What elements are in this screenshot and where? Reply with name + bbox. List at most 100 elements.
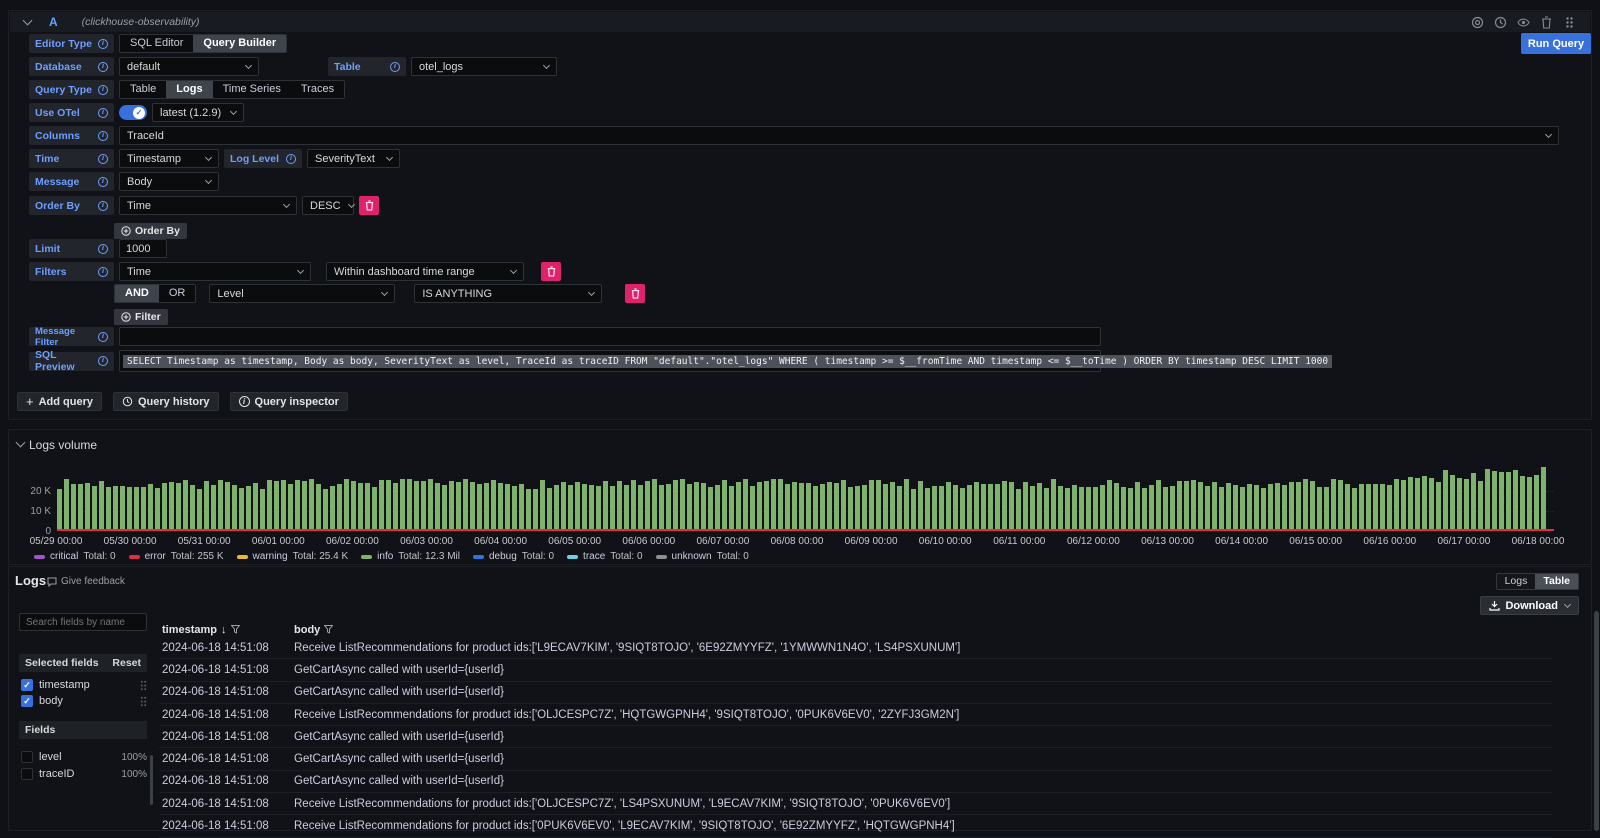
x-tick-label: 06/18 00:00 — [1512, 536, 1565, 547]
filter-funnel-icon[interactable] — [324, 625, 333, 634]
run-query-button[interactable]: Run Query — [1521, 33, 1591, 54]
view-option-logs[interactable]: Logs — [1497, 574, 1536, 589]
trash-icon[interactable] — [1540, 16, 1553, 29]
volume-bar — [519, 484, 524, 531]
sidebar-scrollbar[interactable] — [150, 755, 153, 805]
drag-handle-icon[interactable] — [1563, 16, 1576, 29]
filter2-operator-select[interactable]: IS ANYTHING — [414, 284, 602, 303]
filter2-field-select[interactable]: Level — [209, 284, 395, 303]
message-filter-input[interactable] — [119, 327, 1101, 346]
legend-item-unknown[interactable]: unknownTotal: 0 — [656, 551, 749, 562]
legend-total: Total: 255 K — [171, 551, 224, 562]
volume-bar — [1268, 484, 1273, 531]
drag-handle-icon[interactable] — [140, 680, 147, 691]
give-feedback-link[interactable]: Give feedback — [47, 576, 125, 587]
query-type-option-logs[interactable]: Logs — [166, 81, 212, 98]
history-icon[interactable] — [1494, 16, 1507, 29]
x-tick-label: 06/02 00:00 — [326, 536, 379, 547]
volume-bar — [764, 481, 769, 531]
use-otel-toggle[interactable]: ✓ — [119, 105, 147, 120]
volume-bar — [1296, 482, 1301, 531]
filter1-field-select[interactable]: Time — [119, 262, 311, 281]
info-icon[interactable]: i — [98, 356, 108, 366]
eye-icon[interactable] — [1517, 16, 1530, 29]
query-row-header[interactable]: A (clickhouse-observability) — [10, 12, 1590, 32]
info-icon[interactable]: i — [98, 201, 108, 211]
info-icon[interactable]: i — [98, 85, 108, 95]
columns-multiselect[interactable]: TraceId — [119, 126, 1559, 145]
table-select[interactable]: otel_logs — [411, 57, 557, 76]
duplicate-icon[interactable] — [1471, 16, 1484, 29]
field-percent: 100% — [121, 752, 147, 763]
volume-bar — [757, 482, 762, 531]
table-label: Tablei — [328, 57, 406, 76]
order-by-remove-button[interactable] — [359, 196, 379, 215]
or-option[interactable]: OR — [159, 285, 196, 302]
query-history-button[interactable]: Query history — [113, 392, 219, 411]
table-row: 2024-06-18 14:51:08Receive ListRecommend… — [159, 815, 1552, 837]
add-filter-button[interactable]: Filter — [114, 309, 168, 325]
view-option-table[interactable]: Table — [1535, 574, 1578, 589]
legend-item-trace[interactable]: traceTotal: 0 — [567, 551, 642, 562]
database-select[interactable]: default — [119, 57, 259, 76]
info-icon[interactable]: i — [98, 62, 108, 72]
collapse-chevron-icon[interactable] — [23, 15, 33, 25]
checkbox-unchecked[interactable] — [21, 768, 33, 780]
reset-button[interactable]: Reset — [112, 657, 141, 669]
legend-item-critical[interactable]: criticalTotal: 0 — [34, 551, 116, 562]
filter-funnel-icon[interactable] — [231, 625, 240, 634]
collapse-chevron-icon[interactable] — [16, 438, 26, 448]
checkbox-checked[interactable]: ✓ — [21, 679, 33, 691]
and-option[interactable]: AND — [115, 285, 159, 302]
legend-item-error[interactable]: errorTotal: 255 K — [129, 551, 224, 562]
sort-desc-icon[interactable]: ↓ — [221, 624, 227, 636]
log-level-select[interactable]: SeverityText — [307, 149, 400, 168]
filter1-operator-select[interactable]: Within dashboard time range — [326, 262, 524, 281]
info-icon[interactable]: i — [98, 177, 108, 187]
volume-bar — [463, 479, 468, 531]
order-by-direction-select[interactable]: DESC — [302, 196, 354, 215]
filter1-remove-button[interactable] — [541, 262, 561, 281]
timestamp-column-header[interactable]: timestamp ↓ — [159, 624, 294, 636]
search-fields-input[interactable] — [19, 613, 147, 631]
body-column-header[interactable]: body — [294, 624, 333, 636]
volume-bar — [1163, 487, 1168, 531]
selected-field-timestamp: ✓timestamp — [21, 678, 147, 692]
filter2-remove-button[interactable] — [625, 284, 645, 303]
order-by-field-select[interactable]: Time — [119, 196, 297, 215]
volume-bar — [1212, 482, 1217, 531]
volume-bar — [344, 479, 349, 531]
info-icon[interactable]: i — [98, 332, 108, 342]
info-icon[interactable]: i — [286, 154, 296, 164]
info-icon[interactable]: i — [98, 39, 108, 49]
otel-version-select[interactable]: latest (1.2.9) — [152, 103, 244, 122]
limit-input[interactable] — [119, 239, 167, 258]
query-inspector-button[interactable]: iQuery inspector — [230, 392, 348, 411]
add-order-by-button[interactable]: Order By — [114, 223, 187, 239]
info-icon[interactable]: i — [98, 244, 108, 254]
query-type-option-traces[interactable]: Traces — [291, 81, 344, 98]
drag-handle-icon[interactable] — [140, 696, 147, 707]
logs-volume-chart — [57, 455, 1554, 531]
legend-item-debug[interactable]: debugTotal: 0 — [473, 551, 554, 562]
info-icon[interactable]: i — [98, 267, 108, 277]
info-icon[interactable]: i — [98, 108, 108, 118]
editor-type-option-builder[interactable]: Query Builder — [193, 35, 286, 52]
add-query-button[interactable]: +Add query — [17, 392, 102, 411]
editor-type-option-sql[interactable]: SQL Editor — [120, 35, 193, 52]
query-type-option-table[interactable]: Table — [120, 81, 166, 98]
checkbox-unchecked[interactable] — [21, 751, 33, 763]
info-icon[interactable]: i — [98, 131, 108, 141]
checkbox-checked[interactable]: ✓ — [21, 695, 33, 707]
message-select[interactable]: Body — [119, 172, 219, 191]
logs-volume-header[interactable]: Logs volume — [17, 435, 97, 454]
download-button[interactable]: Download — [1480, 596, 1579, 615]
table-scrollbar[interactable] — [1594, 611, 1599, 831]
time-select[interactable]: Timestamp — [119, 149, 219, 168]
info-icon[interactable]: i — [390, 62, 400, 72]
legend-item-info[interactable]: infoTotal: 12.3 Mil — [361, 551, 460, 562]
query-type-option-timeseries[interactable]: Time Series — [213, 81, 291, 98]
legend-item-warning[interactable]: warningTotal: 25.4 K — [237, 551, 349, 562]
legend-label: critical — [50, 551, 78, 562]
info-icon[interactable]: i — [98, 154, 108, 164]
